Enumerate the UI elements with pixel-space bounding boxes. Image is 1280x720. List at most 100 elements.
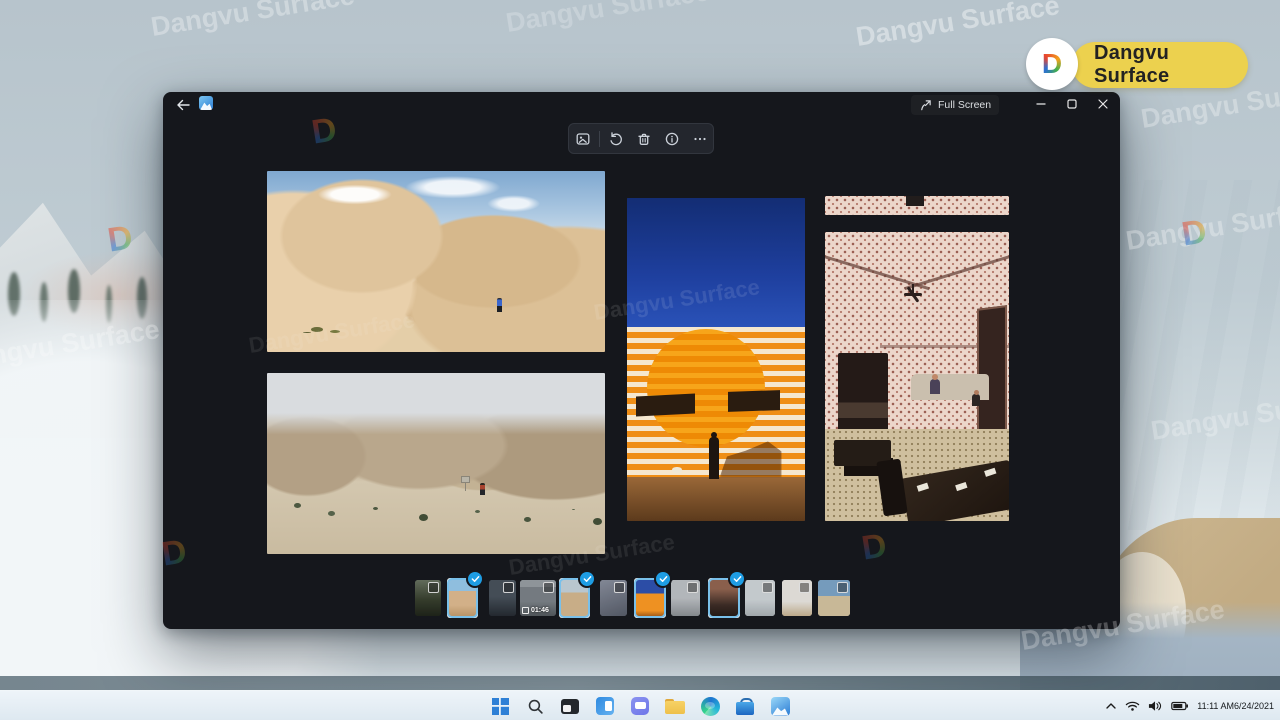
info-button[interactable] [660, 128, 684, 150]
file-explorer-button[interactable] [662, 693, 688, 719]
folder-icon [665, 699, 685, 714]
check-icon[interactable] [468, 572, 482, 586]
desktop: Dangvu Surface Dangvu Surface Dangvu Sur… [0, 0, 1280, 720]
brand-badge-label: Dangvu Surface [1094, 42, 1248, 88]
photo-detail [647, 329, 765, 447]
store-button[interactable] [732, 693, 758, 719]
filmstrip: 01:46 [403, 572, 873, 620]
watermark-text: Dangvu Surface [504, 0, 712, 39]
brand-badge: Dangvu Surface D [1026, 38, 1252, 92]
photo-detail [294, 503, 301, 508]
photo-partial-strip[interactable] [825, 196, 1009, 215]
photos-app-icon [199, 96, 213, 110]
photo-toolbar [568, 123, 714, 154]
titlebar[interactable]: Full Screen [163, 92, 1120, 118]
filmstrip-thumb-selected[interactable] [708, 578, 740, 618]
wifi-button[interactable] [1125, 700, 1140, 712]
tray-date: 6/24/2021 [1234, 701, 1274, 712]
task-view-icon [561, 699, 579, 714]
close-icon [1098, 99, 1108, 109]
check-icon[interactable] [580, 572, 594, 586]
see-more-button[interactable] [688, 128, 712, 150]
photo-desert-landscape[interactable] [267, 373, 605, 554]
check-icon[interactable] [656, 572, 670, 586]
edit-image-button[interactable] [571, 128, 595, 150]
back-button[interactable] [171, 95, 195, 115]
delete-button[interactable] [632, 128, 656, 150]
filmstrip-thumb[interactable] [489, 580, 516, 616]
checkbox-icon[interactable] [428, 582, 439, 593]
maximize-icon [1067, 99, 1077, 109]
maximize-button[interactable] [1056, 92, 1087, 116]
volume-button[interactable] [1148, 700, 1163, 712]
info-icon [664, 131, 680, 147]
minimize-button[interactable] [1025, 92, 1056, 116]
filmstrip-thumb-selected[interactable] [634, 578, 666, 618]
checkbox-icon[interactable] [799, 582, 810, 593]
chat-button[interactable] [627, 693, 653, 719]
photos-taskbar-button[interactable] [767, 693, 793, 719]
rotate-button[interactable] [604, 128, 628, 150]
photo-restaurant[interactable] [825, 232, 1009, 521]
wallpaper-horizon-band [0, 676, 1280, 690]
photos-window: Full Screen [163, 92, 1120, 629]
photo-detail [311, 327, 323, 332]
photo-detail [672, 467, 682, 473]
tray-time: 11:11 AM [1197, 701, 1234, 712]
photo-figure [709, 437, 719, 479]
photo-figure [480, 483, 485, 495]
checkbox-icon[interactable] [503, 582, 514, 593]
checkbox-icon[interactable] [614, 582, 625, 593]
checkbox-icon[interactable] [762, 582, 773, 593]
photo-detail [955, 482, 967, 491]
filmstrip-thumb[interactable] [745, 580, 775, 616]
hidden-icons-button[interactable] [1105, 702, 1117, 710]
photo-detail [728, 390, 780, 412]
rotate-icon [608, 131, 624, 147]
photo-detail [461, 476, 470, 483]
close-button[interactable] [1087, 92, 1118, 116]
widgets-button[interactable] [592, 693, 618, 719]
photo-detail [977, 305, 1007, 437]
checkbox-icon[interactable] [837, 582, 848, 593]
checkbox-icon[interactable] [543, 582, 554, 593]
battery-icon [1171, 701, 1189, 711]
battery-button[interactable] [1171, 701, 1189, 711]
wifi-icon [1125, 700, 1140, 712]
photo-figure [972, 394, 980, 406]
start-button[interactable] [487, 693, 513, 719]
filmstrip-thumb[interactable] [818, 580, 850, 616]
photo-orange-mural[interactable] [627, 198, 805, 521]
filmstrip-thumb-selected[interactable] [559, 578, 590, 618]
task-view-button[interactable] [557, 693, 583, 719]
filmstrip-thumb[interactable] [671, 580, 700, 616]
photo-detail [984, 468, 996, 477]
speaker-icon [1148, 700, 1163, 712]
filmstrip-thumb[interactable] [600, 580, 627, 616]
edge-button[interactable] [697, 693, 723, 719]
photo-desert-rocks[interactable] [267, 171, 605, 352]
photo-detail [917, 482, 929, 491]
wallpaper-streaks [1100, 180, 1280, 530]
clock[interactable]: 11:11 AM 6/24/2021 [1197, 701, 1274, 712]
edge-icon [701, 697, 720, 716]
photo-detail [627, 198, 805, 327]
taskbar: 11:11 AM 6/24/2021 [0, 690, 1280, 720]
check-icon[interactable] [730, 572, 744, 586]
filmstrip-thumb[interactable] [415, 580, 441, 616]
watermark-text: Dangvu Surface [149, 0, 357, 43]
film-icon [522, 607, 529, 614]
full-screen-label: Full Screen [938, 99, 991, 111]
filmstrip-thumb-selected[interactable] [447, 578, 478, 618]
store-icon [736, 698, 754, 715]
filmstrip-thumb[interactable] [782, 580, 812, 616]
arrow-left-icon [175, 97, 191, 113]
full-screen-button[interactable]: Full Screen [911, 95, 999, 115]
photo-detail [627, 477, 805, 521]
photo-figure [930, 379, 940, 394]
filmstrip-thumb-video[interactable]: 01:46 [520, 580, 556, 616]
system-tray: 11:11 AM 6/24/2021 [1105, 691, 1274, 720]
search-button[interactable] [522, 693, 548, 719]
checkbox-icon[interactable] [687, 582, 698, 593]
brand-logo-circle: D [1026, 38, 1078, 90]
